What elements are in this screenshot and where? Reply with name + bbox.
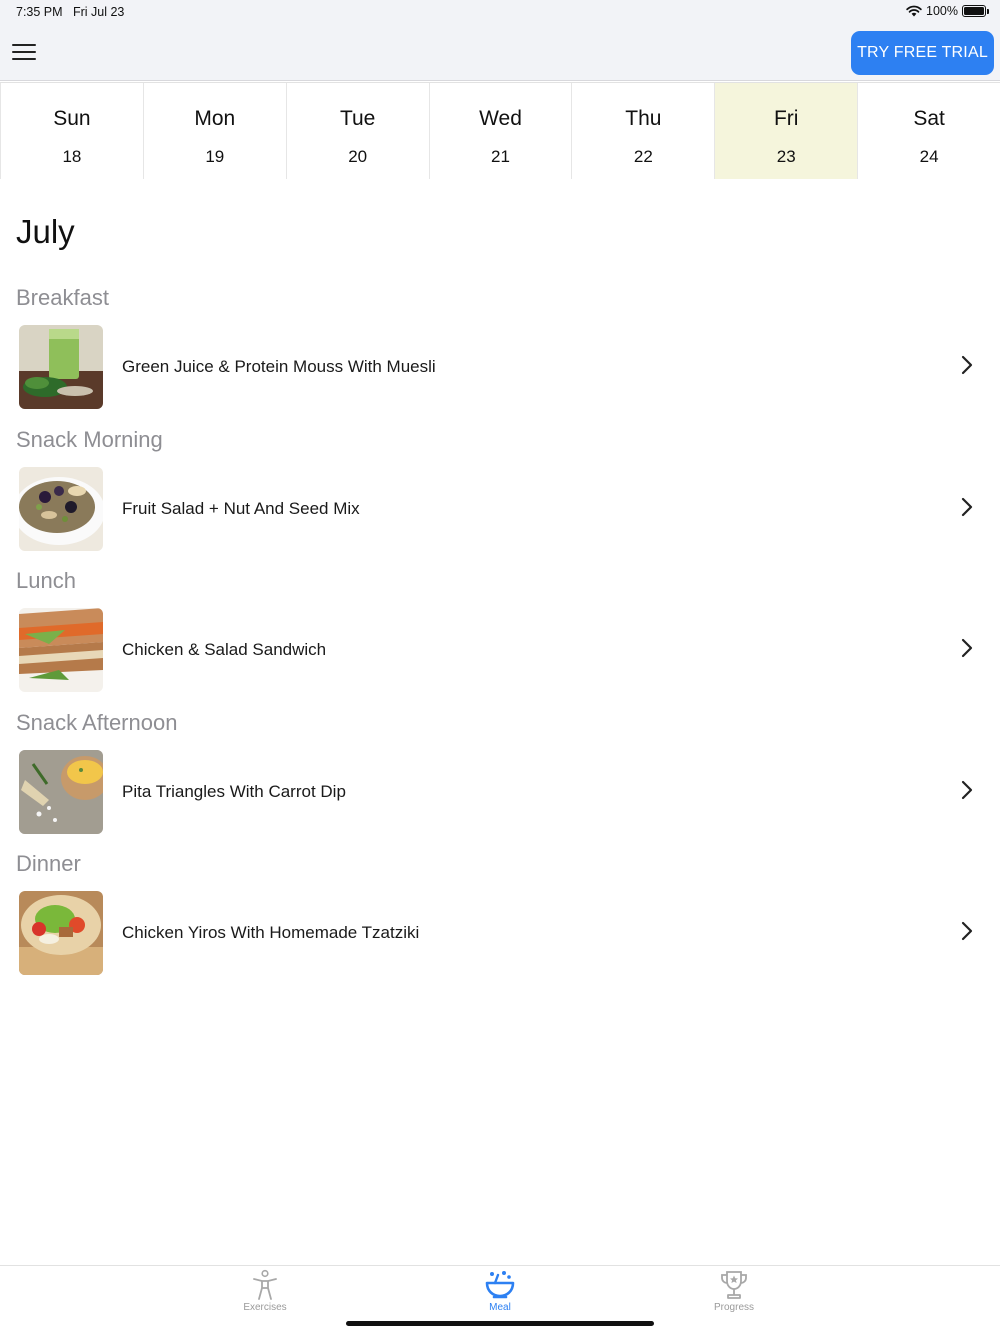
battery-percent: 100%	[926, 4, 958, 18]
status-time: 7:35 PM	[16, 5, 63, 19]
green-juice-photo	[19, 325, 103, 409]
tab-exercises[interactable]: Exercises	[220, 1269, 310, 1313]
day-name: Sat	[913, 107, 945, 130]
top-bar: TRY FREE TRIAL	[0, 24, 1000, 81]
meal-row[interactable]: Chicken & Salad Sandwich	[0, 606, 1000, 696]
day-wed[interactable]: Wed 21	[428, 83, 573, 179]
chevron-right-icon	[961, 922, 973, 941]
day-name: Tue	[339, 107, 376, 130]
meal-title: Green Juice & Protein Mouss With Muesli	[122, 357, 436, 376]
day-number: 22	[633, 147, 653, 166]
wifi-icon	[906, 5, 922, 17]
status-date: Fri Jul 23	[72, 5, 125, 19]
tab-progress[interactable]: Progress	[689, 1269, 779, 1313]
chevron-right-icon	[961, 355, 973, 375]
meal-row[interactable]: Chicken Yiros With Homemade Tzatziki	[0, 889, 1000, 979]
meal-title: Pita Triangles With Carrot Dip	[122, 781, 346, 801]
meal-category-label: Dinner	[16, 851, 81, 877]
meal-category-label: Breakfast	[16, 285, 109, 310]
meal-category-label: Snack Morning	[16, 426, 163, 452]
chevron-right-icon	[961, 639, 973, 658]
status-time-date: 7:35 PM Fri Jul 23	[16, 5, 124, 19]
day-mon[interactable]: Mon 19	[142, 83, 287, 179]
day-sat[interactable]: Sat 24	[857, 83, 1000, 179]
meal-category-label: Snack Afternoon	[16, 709, 178, 735]
yiros-photo	[19, 891, 103, 976]
day-number: 24	[919, 147, 939, 166]
carrot-dip-photo	[19, 749, 103, 834]
meal-section-snack-afternoon: Snack Afternoon Pita Triangles With Carro…	[0, 710, 1000, 852]
meal-section-lunch: Lunch Chicken & Salad Sandwich	[0, 568, 1000, 710]
tab-progress-label: Progress	[713, 1302, 754, 1313]
status-indicators: 100%	[906, 4, 989, 18]
tab-meal-label: Meal	[489, 1302, 511, 1313]
day-name: Thu	[625, 107, 662, 130]
day-thu[interactable]: Thu 22	[571, 83, 716, 179]
tab-meal[interactable]: Meal	[455, 1269, 545, 1313]
home-indicator	[346, 1321, 654, 1326]
week-day-selector: Sun 18 Mon 19 Tue 20 Wed 21 Thu 22 Fri 23 Sat 24	[0, 82, 1000, 179]
day-name: Fri	[773, 107, 799, 130]
day-name: Wed	[479, 107, 522, 130]
day-number: 19	[205, 147, 225, 166]
hamburger-menu-icon[interactable]	[12, 44, 36, 60]
sandwich-photo	[19, 608, 103, 693]
meal-section-breakfast: Breakfast Green Juice & Protein Mouss Wit…	[0, 285, 1000, 427]
meal-row[interactable]: Fruit Salad + Nut And Seed Mix	[0, 465, 1000, 555]
meal-category-label: Lunch	[16, 568, 76, 594]
meal-list: Breakfast Green Juice & Protein Mouss Wit…	[0, 285, 1000, 993]
status-bar: 7:35 PM Fri Jul 23 100%	[0, 0, 1000, 24]
exercise-figure-icon	[253, 1269, 277, 1300]
day-fri[interactable]: Fri 23	[714, 83, 859, 179]
meal-row[interactable]: Green Juice & Protein Mouss With Muesli	[0, 323, 1000, 413]
try-free-trial-button[interactable]: TRY FREE TRIAL	[851, 31, 994, 75]
day-tue[interactable]: Tue 20	[285, 83, 430, 179]
chevron-right-icon	[961, 780, 973, 799]
meal-title: Chicken Yiros With Homemade Tzatziki	[122, 923, 420, 943]
meal-row[interactable]: Pita Triangles With Carrot Dip	[0, 748, 1000, 838]
meal-bowl-icon	[485, 1271, 515, 1299]
meal-title: Fruit Salad + Nut And Seed Mix	[122, 498, 360, 518]
day-number: 18	[62, 147, 82, 166]
meal-section-snack-morning: Snack Morning Fruit Salad + Nut And Seed …	[0, 427, 1000, 569]
tab-exercises-label: Exercises	[243, 1302, 287, 1313]
day-number: 23	[776, 147, 796, 166]
day-number: 21	[491, 147, 510, 166]
day-number: 20	[348, 147, 368, 166]
month-title: July	[16, 213, 75, 250]
nut-mix-photo	[19, 466, 103, 551]
day-name: Sun	[53, 107, 91, 130]
day-sun[interactable]: Sun 18	[0, 83, 144, 179]
trophy-icon	[721, 1271, 747, 1299]
battery-icon	[962, 5, 989, 17]
chevron-right-icon	[961, 497, 973, 516]
meal-title: Chicken & Salad Sandwich	[122, 640, 327, 660]
meal-section-dinner: Dinner Chicken Yiros With Homemade Tzatzi…	[0, 851, 1000, 993]
day-name: Mon	[194, 107, 236, 130]
battery-level	[964, 7, 984, 15]
